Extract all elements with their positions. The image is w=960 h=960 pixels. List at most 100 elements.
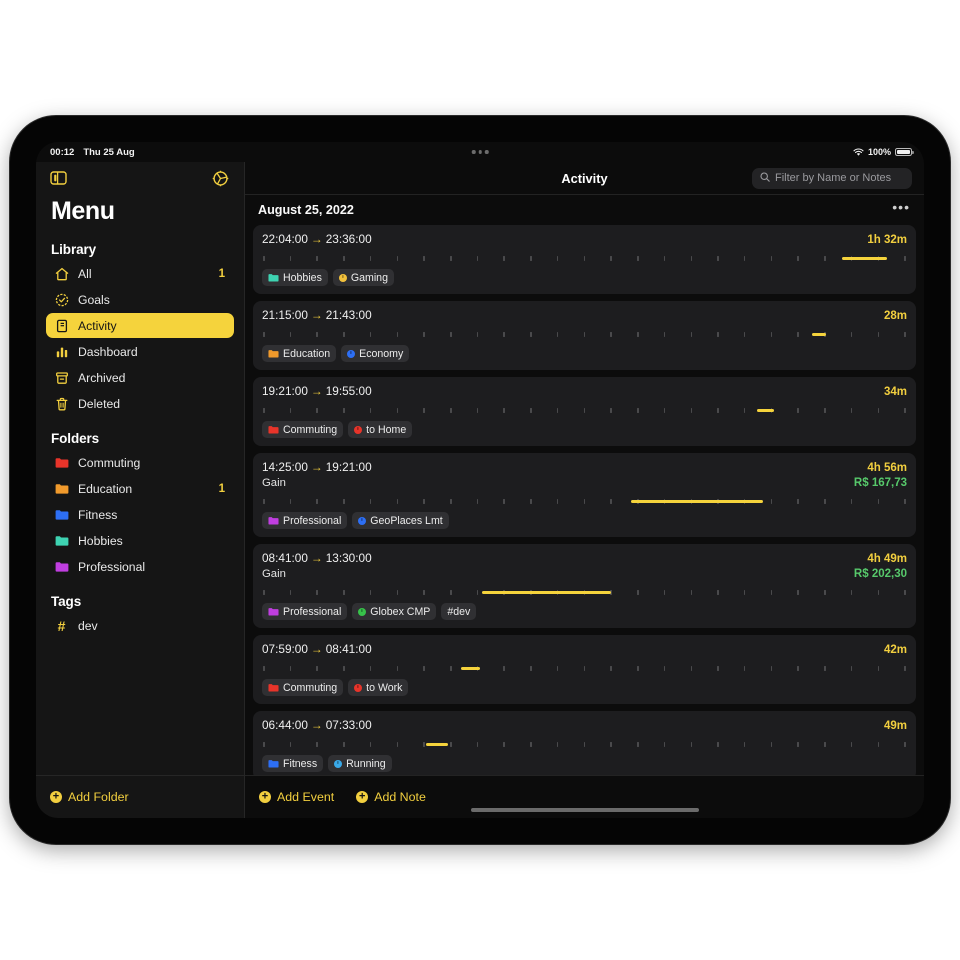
event-time-range: 22:04:00 → 23:36:00 bbox=[262, 232, 372, 246]
event-timeline bbox=[263, 663, 906, 671]
add-note-label: Add Note bbox=[374, 790, 426, 804]
event-note: Gain bbox=[262, 568, 286, 580]
arrow-right-icon: → bbox=[310, 718, 323, 732]
sidebar-footer: + Add Folder bbox=[36, 775, 244, 818]
event-card[interactable]: 22:04:00 → 23:36:00 1h 32m Hobbies Gaming bbox=[253, 225, 916, 294]
tag-pill-label: GeoPlaces Lmt bbox=[370, 514, 443, 527]
gear-icon[interactable] bbox=[209, 167, 231, 189]
sidebar-item-label: Archived bbox=[78, 370, 126, 385]
tag-pill[interactable]: Professional bbox=[262, 603, 348, 620]
category-dot-icon bbox=[358, 607, 367, 616]
multitask-dots-icon[interactable] bbox=[471, 142, 489, 162]
sidebar-item-count: 1 bbox=[218, 482, 225, 495]
tag-pill-label: Running bbox=[346, 757, 386, 770]
tag-pill[interactable]: Gaming bbox=[332, 269, 394, 286]
event-card[interactable]: 21:15:00 → 21:43:00 28m Education Economy bbox=[253, 301, 916, 370]
sidebar-item-commuting[interactable]: Commuting bbox=[46, 450, 234, 475]
add-event-button[interactable]: + Add Event bbox=[259, 790, 334, 804]
sidebar-item-dev[interactable]: # dev bbox=[46, 613, 234, 638]
sidebar-item-education[interactable]: Education 1 bbox=[46, 476, 234, 501]
category-dot-icon bbox=[358, 516, 367, 525]
timeline-ticks bbox=[263, 256, 906, 261]
event-duration: 34m bbox=[883, 386, 907, 398]
sidebar-item-label: dev bbox=[78, 618, 98, 633]
folder-icon bbox=[268, 273, 279, 282]
event-end-time: 19:21:00 bbox=[325, 460, 372, 474]
event-tags: Professional GeoPlaces Lmt bbox=[262, 512, 907, 529]
sidebar-item-deleted[interactable]: Deleted bbox=[46, 391, 234, 416]
tag-pill-label: Commuting bbox=[283, 423, 338, 436]
tag-pill[interactable]: Education bbox=[262, 345, 337, 362]
tag-pill[interactable]: Globex CMP bbox=[352, 603, 437, 620]
tablet-device-frame: 00:12 Thu 25 Aug 100% Menu Library All 1… bbox=[10, 116, 950, 844]
folder-icon bbox=[268, 607, 279, 616]
event-end-time: 23:36:00 bbox=[325, 232, 372, 246]
tag-pill-label: Hobbies bbox=[283, 271, 322, 284]
arrow-right-icon: → bbox=[310, 308, 323, 322]
sidebar-item-all[interactable]: All 1 bbox=[46, 261, 234, 286]
sidebar-item-fitness[interactable]: Fitness bbox=[46, 502, 234, 527]
event-card[interactable]: 14:25:00 → 19:21:00 4h 56m Gain R$ 167,73 Prof… bbox=[253, 453, 916, 537]
tag-pill[interactable]: GeoPlaces Lmt bbox=[352, 512, 449, 529]
event-card[interactable]: 07:59:00 → 08:41:00 42m Commuting to Work bbox=[253, 635, 916, 704]
tag-pill[interactable]: #dev bbox=[441, 603, 477, 620]
event-card[interactable]: 06:44:00 → 07:33:00 49m Fitness Running bbox=[253, 711, 916, 775]
tag-pill[interactable]: Commuting bbox=[262, 679, 344, 696]
tag-pill[interactable]: Economy bbox=[341, 345, 410, 362]
event-duration: 4h 56m bbox=[867, 462, 907, 474]
event-tags: Professional Globex CMP #dev bbox=[262, 603, 907, 620]
sidebar-item-activity[interactable]: Activity bbox=[46, 313, 234, 338]
add-note-button[interactable]: + Add Note bbox=[356, 790, 426, 804]
sidebar-toggle-icon[interactable] bbox=[47, 167, 69, 189]
tag-pill[interactable]: Commuting bbox=[262, 421, 344, 438]
day-header: August 25, 2022 ••• bbox=[253, 195, 916, 225]
event-timeline bbox=[263, 405, 906, 413]
folder-icon bbox=[54, 559, 69, 574]
event-start-time: 21:15:00 bbox=[262, 308, 308, 322]
event-timeline bbox=[263, 496, 906, 504]
event-start-time: 19:21:00 bbox=[262, 384, 308, 398]
tag-pill[interactable]: Professional bbox=[262, 512, 348, 529]
event-card[interactable]: 19:21:00 → 19:55:00 34m Commuting to Home bbox=[253, 377, 916, 446]
search-input[interactable]: Filter by Name or Notes bbox=[752, 167, 912, 189]
sidebar-section-heading-tags: Tags bbox=[51, 594, 82, 609]
sidebar-item-professional[interactable]: Professional bbox=[46, 554, 234, 579]
sidebar-item-archived[interactable]: Archived bbox=[46, 365, 234, 390]
sidebar-item-dashboard[interactable]: Dashboard bbox=[46, 339, 234, 364]
tag-pill[interactable]: to Home bbox=[348, 421, 413, 438]
sidebar-item-label: Hobbies bbox=[78, 533, 123, 548]
tag-pill-label: Gaming bbox=[350, 271, 388, 284]
goal-badge-icon bbox=[54, 292, 69, 307]
main-panel: Activity Filter by Name or Notes August … bbox=[245, 162, 924, 818]
tablet-screen: 00:12 Thu 25 Aug 100% Menu Library All 1… bbox=[36, 142, 924, 818]
activity-list[interactable]: August 25, 2022 ••• 22:04:00 → 23:36:00 1h … bbox=[245, 195, 924, 775]
category-dot-icon bbox=[354, 425, 363, 434]
tag-pill-label: Economy bbox=[359, 347, 404, 360]
sidebar-scroll-area[interactable]: Menu Library All 1 Goals Activity Dashbo… bbox=[36, 194, 244, 775]
sidebar-item-label: Deleted bbox=[78, 396, 121, 411]
tag-pill[interactable]: to Work bbox=[348, 679, 409, 696]
sidebar-item-goals[interactable]: Goals bbox=[46, 287, 234, 312]
sidebar-section-heading-library: Library bbox=[51, 242, 97, 257]
tag-pill[interactable]: Hobbies bbox=[262, 269, 328, 286]
arrow-right-icon: → bbox=[310, 384, 323, 398]
event-timeline bbox=[263, 329, 906, 337]
document-icon bbox=[54, 318, 69, 333]
event-end-time: 21:43:00 bbox=[325, 308, 372, 322]
tag-pill-label: Globex CMP bbox=[370, 605, 431, 618]
event-duration: 42m bbox=[883, 644, 907, 656]
arrow-right-icon: → bbox=[310, 460, 323, 474]
ellipsis-icon[interactable]: ••• bbox=[892, 200, 910, 214]
event-card[interactable]: 08:41:00 → 13:30:00 4h 49m Gain R$ 202,30 Prof… bbox=[253, 544, 916, 628]
add-folder-button[interactable]: + Add Folder bbox=[50, 790, 129, 804]
tag-pill[interactable]: Running bbox=[328, 755, 392, 772]
event-time-range: 21:15:00 → 21:43:00 bbox=[262, 308, 372, 322]
folder-icon bbox=[268, 349, 279, 358]
event-duration: 4h 49m bbox=[867, 553, 907, 565]
sidebar-item-hobbies[interactable]: Hobbies bbox=[46, 528, 234, 553]
status-bar-date: Thu 25 Aug bbox=[83, 146, 135, 158]
sidebar-item-label: Fitness bbox=[78, 507, 118, 522]
sidebar-item-label: Education bbox=[78, 481, 133, 496]
event-start-time: 22:04:00 bbox=[262, 232, 308, 246]
tag-pill[interactable]: Fitness bbox=[262, 755, 324, 772]
